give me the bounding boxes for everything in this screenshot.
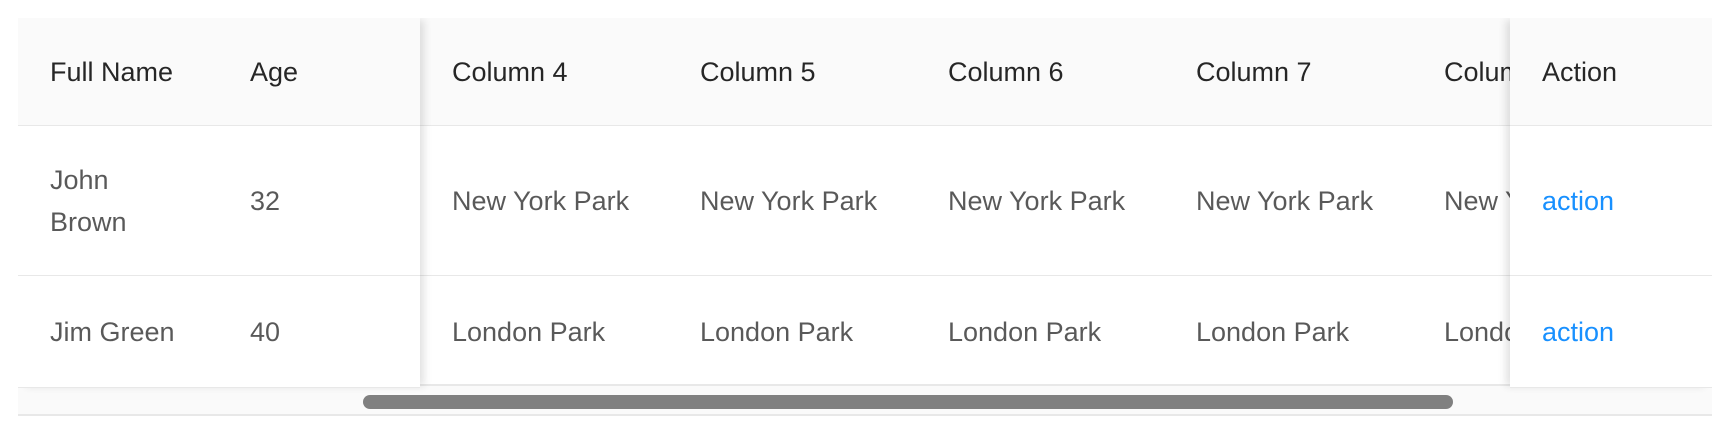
action-link[interactable]: action [1542, 186, 1614, 216]
table-fixed-right: Action action action [1510, 18, 1712, 388]
header-full-name: Full Name [18, 18, 218, 126]
cell-action: action [1510, 126, 1712, 276]
action-link[interactable]: action [1542, 317, 1614, 347]
scrollbar-thumb[interactable] [363, 395, 1453, 409]
header-column-6: Column 6 [916, 18, 1164, 126]
header-column-7: Column 7 [1164, 18, 1412, 126]
horizontal-scrollbar[interactable] [18, 384, 1712, 416]
fixed-right-header-row: Action [1510, 18, 1712, 126]
table-row: action [1510, 126, 1712, 276]
header-column-5: Column 5 [668, 18, 916, 126]
cell-column-6: New York Park [916, 126, 1164, 276]
cell-column-5: London Park [668, 276, 916, 384]
table-fixed-left: Full Name Age John Brown 32 Jim Green 40 [18, 18, 420, 388]
data-table: Full Name Age Column 4 Column 5 Column 6… [18, 18, 1712, 416]
table-row: John Brown 32 [18, 126, 420, 276]
cell-full-name: Jim Green [18, 276, 218, 388]
table-row: action [1510, 276, 1712, 388]
cell-action: action [1510, 276, 1712, 388]
header-column-4: Column 4 [420, 18, 668, 126]
table-row: Jim Green 40 [18, 276, 420, 388]
cell-column-5: New York Park [668, 126, 916, 276]
cell-age: 40 [218, 276, 420, 388]
fixed-right-columns: Action action action [1510, 18, 1712, 388]
header-age: Age [218, 18, 420, 126]
cell-age: 32 [218, 126, 420, 276]
cell-column-7: New York Park [1164, 126, 1412, 276]
cell-column-4: New York Park [420, 126, 668, 276]
fixed-left-header-row: Full Name Age [18, 18, 420, 126]
fixed-left-columns: Full Name Age John Brown 32 Jim Green 40 [18, 18, 420, 388]
cell-column-4: London Park [420, 276, 668, 384]
cell-column-6: London Park [916, 276, 1164, 384]
cell-column-7: London Park [1164, 276, 1412, 384]
cell-full-name: John Brown [18, 126, 218, 276]
header-action: Action [1510, 18, 1712, 126]
